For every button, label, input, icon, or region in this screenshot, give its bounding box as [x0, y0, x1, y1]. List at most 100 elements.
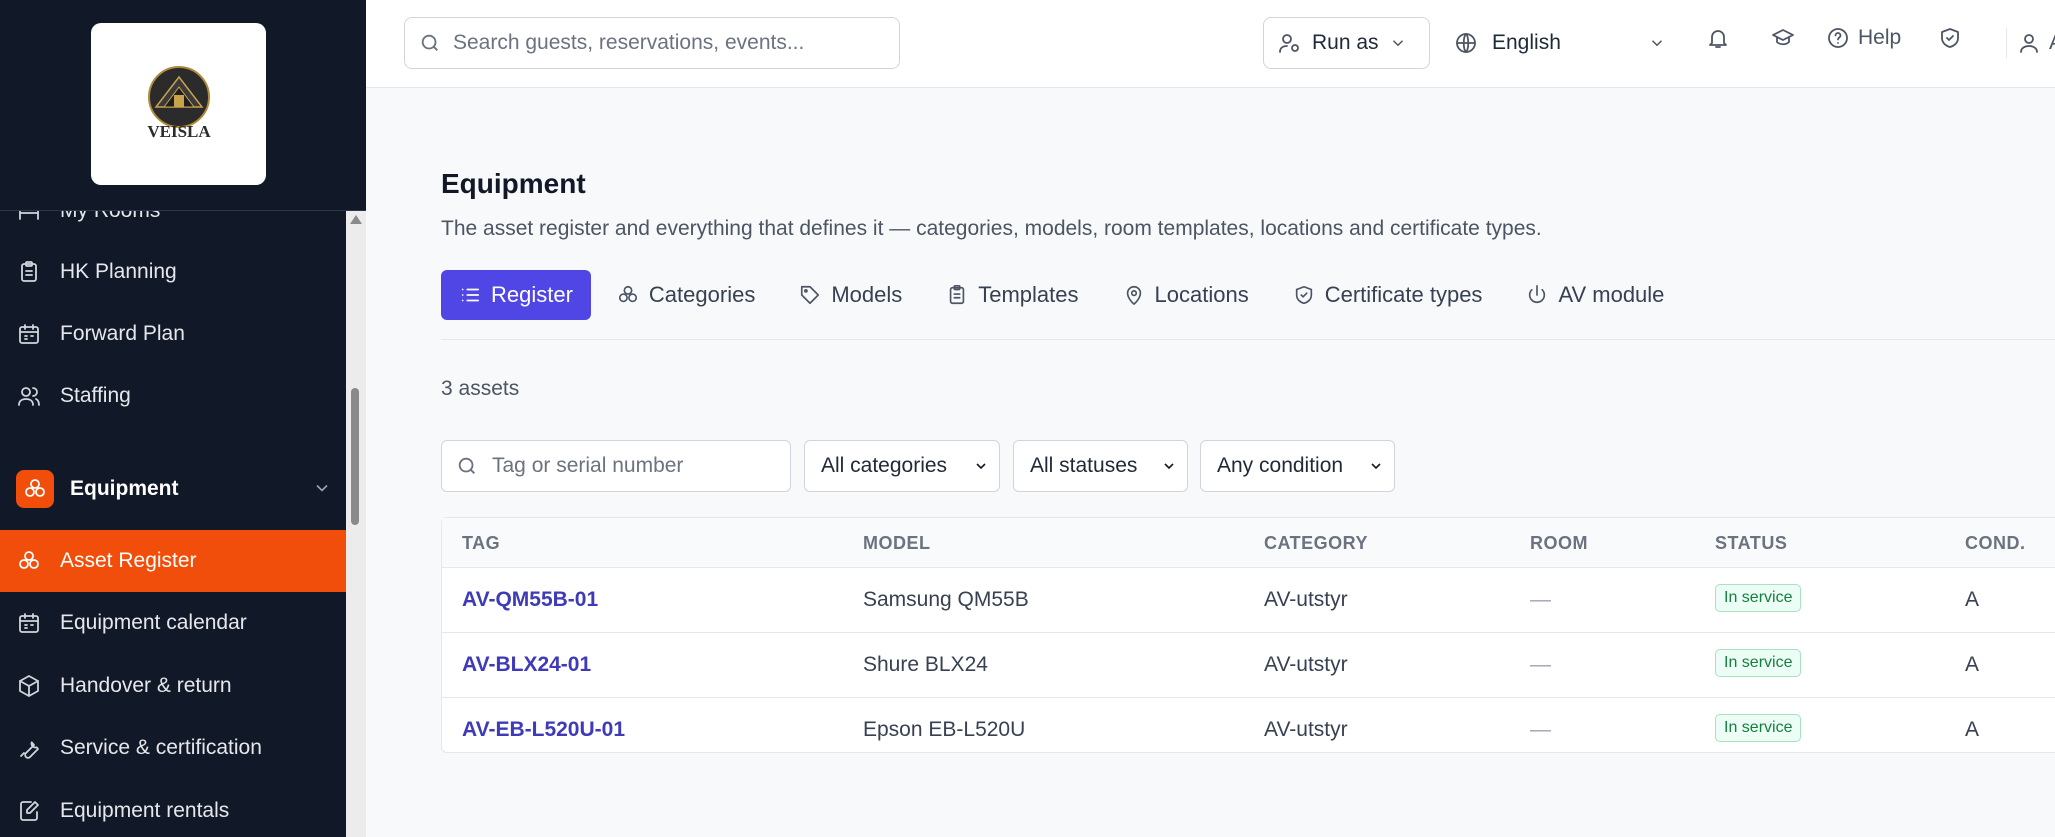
tab-register[interactable]: Register — [441, 270, 591, 320]
asset-room: — — [1530, 653, 1551, 676]
tab-models[interactable]: Models — [781, 270, 920, 320]
status-filter[interactable]: All statuses — [1013, 440, 1188, 492]
asset-search-input[interactable] — [492, 454, 782, 478]
sidebar-item-handover-return[interactable]: Handover & return — [0, 655, 346, 717]
tab-label: Locations — [1154, 282, 1249, 307]
equipment-icon — [16, 470, 54, 508]
tag-icon — [801, 285, 820, 305]
status-filter-value: All statuses — [1030, 454, 1138, 477]
category-filter[interactable]: All categories — [804, 440, 1000, 492]
bell-icon — [1706, 26, 1730, 50]
sidebar-item-service-certification[interactable]: Service & certification — [0, 717, 346, 779]
calendar-icon — [16, 321, 42, 347]
sidebar-group-equipment[interactable]: Equipment — [0, 458, 346, 520]
equipment-tabs: Register Categories Models Templates Loc… — [441, 270, 1690, 320]
account-button[interactable]: A — [2006, 28, 2055, 58]
chevron-down-icon — [973, 458, 989, 474]
column-header-cond[interactable]: COND. — [1965, 533, 2026, 554]
tab-label: Models — [831, 282, 903, 307]
asset-tag-link[interactable]: AV-EB-L520U-01 — [462, 718, 625, 742]
tab-av-module[interactable]: AV module — [1508, 270, 1682, 320]
help-button[interactable]: Help — [1826, 26, 1901, 50]
search-icon — [419, 32, 453, 54]
clipboard-icon — [949, 285, 965, 305]
global-search[interactable] — [404, 17, 900, 69]
equipment-icon — [16, 548, 42, 574]
run-as-button[interactable]: Run as — [1263, 17, 1430, 69]
page-title: Equipment — [441, 168, 586, 199]
column-header-room[interactable]: ROOM — [1530, 533, 1588, 554]
sidebar-item-label: Forward Plan — [60, 322, 185, 345]
asset-tag-link[interactable]: AV-QM55B-01 — [462, 588, 598, 612]
asset-category: AV-utstyr — [1264, 653, 1348, 676]
column-header-category[interactable]: CATEGORY — [1264, 533, 1368, 554]
sidebar-item-equipment-calendar[interactable]: Equipment calendar — [0, 592, 346, 654]
equipment-icon — [618, 285, 637, 303]
asset-model: Samsung QM55B — [863, 588, 1029, 611]
asset-search[interactable] — [441, 440, 791, 492]
tab-categories[interactable]: Categories — [599, 270, 773, 320]
sidebar-item-equipment-rentals[interactable]: Equipment rentals — [0, 780, 346, 837]
tab-certificate-types[interactable]: Certificate types — [1275, 270, 1501, 320]
shield-check-icon — [1938, 26, 1962, 50]
chevron-down-icon — [1648, 34, 1666, 52]
status-badge: In service — [1715, 649, 1802, 677]
status-badge: In service — [1715, 584, 1802, 612]
table-row[interactable]: AV-EB-L520U-01 Epson EB-L520U AV-utstyr … — [442, 698, 2055, 763]
table-row[interactable]: AV-BLX24-01 Shure BLX24 AV-utstyr — In s… — [442, 633, 2055, 698]
scroll-up-arrow-icon[interactable] — [350, 215, 362, 224]
language-label: English — [1492, 31, 1561, 54]
column-header-model[interactable]: MODEL — [863, 533, 931, 554]
search-icon — [456, 455, 492, 477]
scrollbar-thumb[interactable] — [351, 388, 359, 525]
tab-label: Register — [491, 282, 573, 307]
sidebar: VEISLA My Rooms HK Planning Forward Plan… — [0, 0, 366, 837]
sidebar-item-label: Equipment rentals — [60, 799, 230, 822]
globe-icon — [1454, 31, 1478, 55]
chevron-down-icon — [1368, 458, 1384, 474]
asset-condition: A — [1965, 653, 1980, 676]
condition-filter-value: Any condition — [1217, 454, 1344, 477]
sidebar-group-label: Equipment — [70, 477, 179, 500]
condition-filter[interactable]: Any condition — [1200, 440, 1395, 492]
sidebar-item-label: Service & certification — [60, 736, 262, 759]
sidebar-item-asset-register[interactable]: Asset Register — [0, 530, 346, 592]
chevron-down-icon — [1161, 458, 1177, 474]
sidebar-item-label: Equipment calendar — [60, 611, 247, 634]
global-search-input[interactable] — [453, 31, 873, 55]
status-badge: In service — [1715, 714, 1802, 742]
sidebar-item-forward-plan[interactable]: Forward Plan — [0, 303, 346, 365]
sidebar-item-hk-planning[interactable]: HK Planning — [0, 241, 346, 303]
tab-templates[interactable]: Templates — [928, 270, 1096, 320]
language-select[interactable]: English — [1454, 17, 1674, 69]
logo-emblem-icon: VEISLA — [147, 66, 211, 141]
tab-locations[interactable]: Locations — [1105, 270, 1267, 320]
asset-model: Shure BLX24 — [863, 653, 988, 676]
clipboard-icon — [16, 259, 42, 285]
tab-label: AV module — [1558, 282, 1665, 307]
page-description: The asset register and everything that d… — [441, 217, 1542, 240]
tabs-divider — [441, 339, 2055, 340]
asset-tag-link[interactable]: AV-BLX24-01 — [462, 653, 591, 677]
training-button[interactable] — [1771, 26, 1803, 50]
asset-count: 3 assets — [441, 377, 520, 400]
asset-room: — — [1530, 588, 1551, 611]
chevron-down-icon — [312, 478, 332, 504]
security-button[interactable] — [1938, 26, 1970, 50]
wrench-icon — [16, 735, 42, 761]
sidebar-item-label: Handover & return — [60, 674, 232, 697]
topbar: Run as English Help A — [366, 0, 2055, 88]
column-header-tag[interactable]: TAG — [462, 533, 500, 554]
column-header-status[interactable]: STATUS — [1715, 533, 1787, 554]
sidebar-scrollbar[interactable] — [346, 211, 366, 837]
help-label: Help — [1858, 26, 1902, 49]
run-as-label: Run as — [1312, 31, 1379, 54]
table-row[interactable]: AV-QM55B-01 Samsung QM55B AV-utstyr — In… — [442, 568, 2055, 633]
sidebar-item-staffing[interactable]: Staffing — [0, 365, 346, 427]
brand-logo[interactable]: VEISLA — [91, 23, 266, 185]
sidebar-item-label: Staffing — [60, 384, 131, 407]
tab-label: Categories — [648, 282, 756, 307]
user-switch-icon — [1278, 31, 1302, 55]
sidebar-item-label: HK Planning — [60, 260, 177, 283]
notifications-button[interactable] — [1706, 26, 1738, 50]
